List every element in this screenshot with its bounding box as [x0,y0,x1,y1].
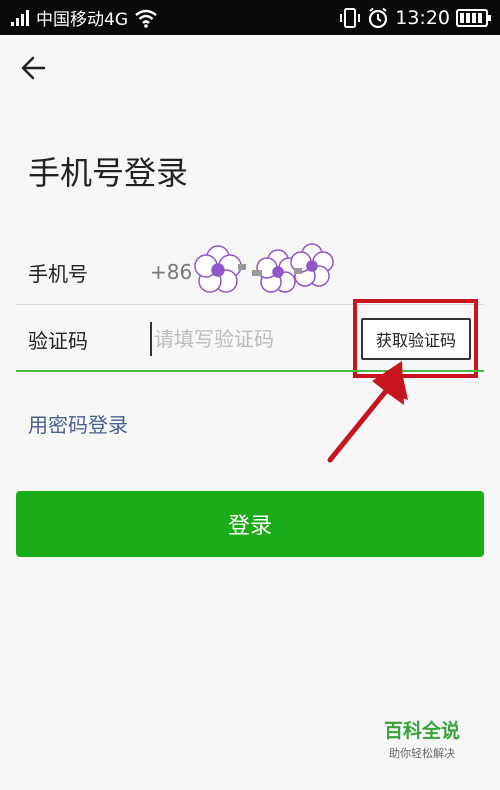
battery-icon [456,8,491,27]
back-button[interactable] [18,52,50,84]
page-title: 手机号登录 [28,154,189,192]
signal-icon [11,9,29,26]
code-label: 验证码 [28,329,88,353]
back-arrow-icon [21,56,46,80]
status-bar: 中国移动4G 13:20 [0,0,500,35]
verification-code-input[interactable] [150,322,350,356]
wifi-icon [135,9,157,28]
clock-time: 13:20 [395,6,450,29]
watermark-subtitle: 助你轻松解决 [388,747,455,760]
redaction-sticker [194,243,334,293]
watermark-title: 百科全说 [383,720,460,742]
login-button[interactable]: 登录 [16,491,484,557]
annotation-arrow-icon [327,361,408,463]
status-right: 13:20 [339,0,492,35]
phone-number-value[interactable]: +86 [150,260,192,284]
watermark-logo: 百科全说 助你轻松解决 [384,716,460,761]
alarm-icon [369,7,388,28]
status-left: 中国移动4G [10,0,158,35]
phone-label: 手机号 [28,262,88,286]
carrier-name: 中国移动4G [36,10,128,30]
password-login-link[interactable]: 用密码登录 [28,409,128,438]
vibrate-icon [340,7,361,28]
